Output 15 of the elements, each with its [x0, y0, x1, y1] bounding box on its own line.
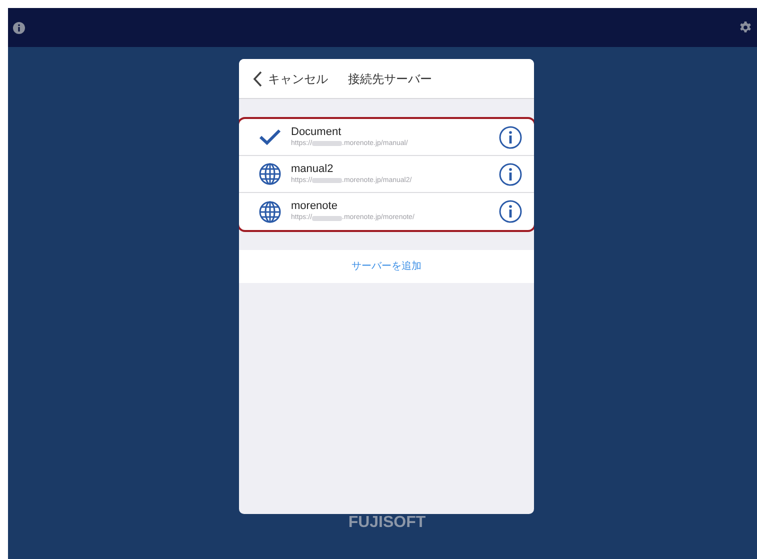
- dialog-title: 接続先サーバー: [348, 70, 432, 88]
- server-name: morenote: [291, 200, 338, 213]
- back-chevron-icon: [253, 70, 262, 86]
- redacted-blur: [312, 141, 342, 146]
- info-icon[interactable]: [499, 162, 522, 186]
- brand-logo-text: FUJISOFT: [347, 513, 427, 533]
- settings-icon[interactable]: [739, 21, 752, 34]
- redacted-blur: [312, 178, 342, 183]
- server-name: Document: [291, 126, 342, 138]
- info-icon[interactable]: [499, 126, 522, 148]
- info-icon[interactable]: [499, 200, 522, 223]
- server-name: manual2: [291, 162, 334, 176]
- redacted-blur: [312, 216, 342, 220]
- cancel-button[interactable]: キャンセル: [253, 70, 328, 88]
- info-icon[interactable]: [13, 22, 25, 34]
